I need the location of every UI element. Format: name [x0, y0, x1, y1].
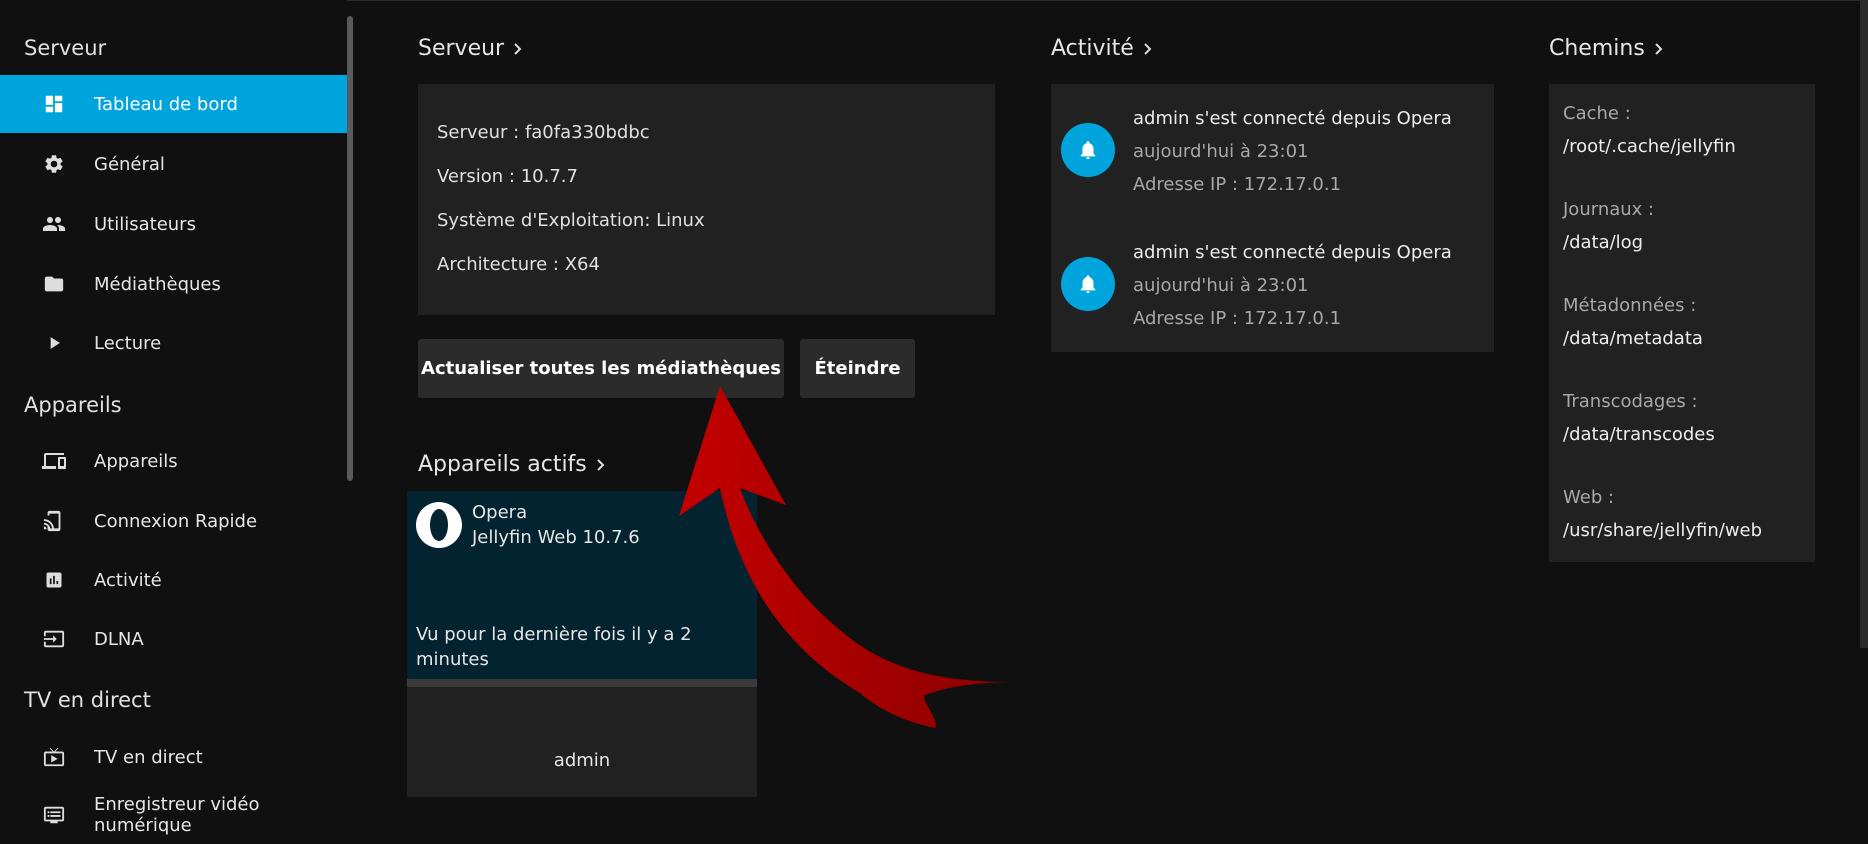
sidebar-item-label: Appareils: [94, 450, 178, 472]
server-os: Système d'Exploitation: Linux: [437, 210, 705, 231]
cast-icon: [42, 509, 66, 533]
active-devices-heading-label: Appareils actifs: [418, 452, 587, 477]
server-info-card: Serveur : fa0fa330bdbc Version : 10.7.7 …: [418, 84, 995, 315]
device-last-seen-cont: minutes: [416, 649, 489, 670]
server-heading[interactable]: Serveur: [418, 36, 524, 61]
sidebar-item-quick-connect[interactable]: Connexion Rapide: [0, 492, 347, 550]
sidebar-item-label: Connexion Rapide: [94, 510, 258, 532]
activity-heading[interactable]: Activité: [1051, 36, 1154, 61]
server-architecture: Architecture : X64: [437, 254, 600, 275]
sidebar-item-playback[interactable]: Lecture: [0, 314, 347, 372]
opera-logo-icon: [415, 501, 463, 553]
devices-icon: [42, 449, 66, 473]
input-icon: [42, 627, 66, 651]
activity-time: aujourd'hui à 23:01: [1133, 275, 1309, 296]
paths-heading-label: Chemins: [1549, 36, 1645, 61]
path-label-transcodes: Transcodages :: [1563, 391, 1698, 412]
activity-heading-label: Activité: [1051, 36, 1134, 61]
path-value-logs: /data/log: [1563, 232, 1644, 253]
device-user: admin: [553, 750, 611, 771]
sidebar-section-server: Serveur: [24, 36, 107, 60]
refresh-libraries-button[interactable]: Actualiser toutes les médiathèques: [418, 339, 784, 398]
dvr-icon: [42, 803, 66, 827]
sidebar-item-dvr[interactable]: Enregistreur vidéo numérique: [0, 786, 347, 844]
activity-title: admin s'est connecté depuis Opera: [1133, 108, 1452, 129]
sidebar-item-label: Lecture: [94, 332, 162, 354]
sidebar-item-live-tv[interactable]: TV en direct: [0, 728, 347, 786]
live-tv-icon: [42, 745, 66, 769]
bell-icon: [1061, 257, 1115, 311]
path-value-transcodes: /data/transcodes: [1563, 424, 1715, 445]
users-icon: [42, 212, 66, 236]
path-label-web: Web :: [1563, 487, 1615, 508]
sidebar-section-live-tv: TV en direct: [24, 688, 151, 712]
sidebar-section-devices: Appareils: [24, 393, 122, 417]
play-icon: [42, 331, 66, 355]
sidebar-item-devices[interactable]: Appareils: [0, 432, 347, 490]
server-heading-label: Serveur: [418, 36, 505, 61]
sidebar-item-general[interactable]: Général: [0, 135, 347, 193]
shutdown-button[interactable]: Éteindre: [800, 339, 915, 398]
sidebar-item-label: Utilisateurs: [94, 213, 196, 235]
sidebar-item-dlna[interactable]: DLNA: [0, 610, 347, 668]
chevron-right-icon: [1653, 42, 1665, 56]
sidebar-item-users[interactable]: Utilisateurs: [0, 195, 347, 253]
sidebar-item-label: TV en direct: [94, 746, 203, 768]
chevron-right-icon: [595, 458, 607, 472]
device-progress-bar: [407, 679, 757, 687]
sidebar-item-label: DLNA: [94, 628, 144, 650]
sidebar-item-activity[interactable]: Activité: [0, 551, 347, 609]
sidebar-item-libraries[interactable]: Médiathèques: [0, 255, 347, 313]
server-version: Version : 10.7.7: [437, 166, 578, 187]
folder-icon: [42, 272, 66, 296]
active-devices-heading[interactable]: Appareils actifs: [418, 452, 607, 477]
activity-card: admin s'est connecté depuis Opera aujour…: [1051, 84, 1494, 352]
dashboard-icon: [42, 92, 66, 116]
device-app-version: Jellyfin Web 10.7.6: [472, 527, 640, 548]
device-browser: Opera: [472, 502, 528, 523]
activity-ip: Adresse IP : 172.17.0.1: [1133, 174, 1342, 195]
sidebar-item-label: Médiathèques: [94, 273, 221, 295]
path-value-cache: /root/.cache/jellyfin: [1563, 136, 1736, 157]
activity-time: aujourd'hui à 23:01: [1133, 141, 1309, 162]
path-label-metadata: Métadonnées :: [1563, 295, 1697, 316]
path-label-logs: Journaux :: [1563, 199, 1655, 220]
chart-icon: [42, 568, 66, 592]
sidebar-scrollbar[interactable]: [347, 16, 353, 481]
paths-card: Cache : /root/.cache/jellyfin Journaux :…: [1549, 84, 1815, 562]
chevron-right-icon: [512, 42, 524, 56]
sidebar-item-label: Général: [94, 153, 165, 175]
gear-icon: [42, 152, 66, 176]
path-label-cache: Cache :: [1563, 103, 1631, 124]
path-value-web: /usr/share/jellyfin/web: [1563, 520, 1763, 541]
path-value-metadata: /data/metadata: [1563, 328, 1703, 349]
activity-title: admin s'est connecté depuis Opera: [1133, 242, 1452, 263]
sidebar-item-label: Tableau de bord: [94, 93, 238, 115]
device-last-seen: Vu pour la dernière fois il y a 2: [416, 624, 692, 645]
chevron-right-icon: [1142, 42, 1154, 56]
sidebar-item-label: Enregistreur vidéo numérique: [94, 794, 260, 836]
paths-heading[interactable]: Chemins: [1549, 36, 1665, 61]
server-name: Serveur : fa0fa330bdbc: [437, 122, 650, 143]
bell-icon: [1061, 123, 1115, 177]
page-scrollbar[interactable]: [1860, 0, 1868, 648]
sidebar: Serveur Tableau de bord Général Utilisat…: [0, 0, 347, 836]
device-card[interactable]: Opera Jellyfin Web 10.7.6 Vu pour la der…: [407, 491, 757, 679]
activity-ip: Adresse IP : 172.17.0.1: [1133, 308, 1342, 329]
sidebar-item-dashboard[interactable]: Tableau de bord: [0, 75, 347, 133]
sidebar-item-label: Activité: [94, 569, 162, 591]
device-user-area: admin: [407, 687, 757, 797]
